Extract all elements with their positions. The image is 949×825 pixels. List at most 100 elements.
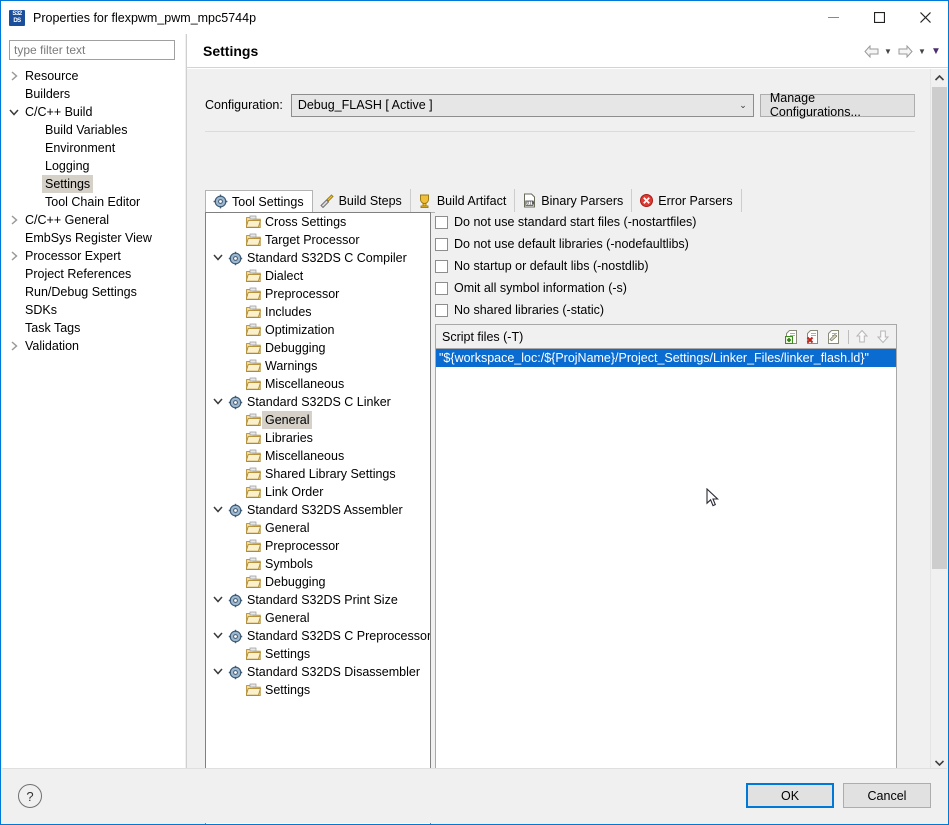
- tool-tree-item-symbols[interactable]: Symbols: [206, 555, 430, 573]
- tool-tree-item-miscellaneous[interactable]: Miscellaneous: [206, 447, 430, 465]
- tool-tree-item-shared-library-settings[interactable]: Shared Library Settings: [206, 465, 430, 483]
- move-up-icon[interactable]: [853, 328, 871, 346]
- tool-tree-item-standard-s32ds-disassembler[interactable]: Standard S32DS Disassembler: [206, 663, 430, 681]
- tool-tree-item-standard-s32ds-c-compiler[interactable]: Standard S32DS C Compiler: [206, 249, 430, 267]
- sidebar-item-environment[interactable]: Environment: [2, 139, 185, 157]
- chevron-right-icon[interactable]: [6, 248, 22, 264]
- tool-tree-item-dialect[interactable]: Dialect: [206, 267, 430, 285]
- help-icon[interactable]: ?: [18, 784, 42, 808]
- scroll-up-icon[interactable]: [931, 69, 948, 86]
- tool-tree-item-warnings[interactable]: Warnings: [206, 357, 430, 375]
- chevron-right-icon[interactable]: [6, 68, 22, 84]
- settings-scrollbar[interactable]: [930, 69, 948, 771]
- sidebar-item-task-tags[interactable]: Task Tags: [2, 319, 185, 337]
- chevron-right-icon[interactable]: [6, 338, 22, 354]
- tool-tree-item-includes[interactable]: Includes: [206, 303, 430, 321]
- tab-build-steps[interactable]: Build Steps: [312, 189, 411, 212]
- checkbox[interactable]: [435, 237, 448, 251]
- sidebar-item-run-debug-settings[interactable]: Run/Debug Settings: [2, 283, 185, 301]
- linker-option-row[interactable]: No startup or default libs (-nostdlib): [435, 256, 915, 276]
- script-file-row[interactable]: "${workspace_loc:/${ProjName}/Project_Se…: [436, 349, 896, 367]
- chevron-down-icon[interactable]: [210, 663, 226, 681]
- tool-tree-item-standard-s32ds-c-linker[interactable]: Standard S32DS C Linker: [206, 393, 430, 411]
- tool-tree-item-debugging[interactable]: Debugging: [206, 573, 430, 591]
- sidebar-item-label: Project References: [25, 267, 132, 281]
- tool-tree-item-general[interactable]: General: [206, 519, 430, 537]
- checkbox[interactable]: [435, 259, 448, 273]
- view-menu-icon[interactable]: ▼: [930, 42, 942, 60]
- linker-option-row[interactable]: No shared libraries (-static): [435, 300, 915, 320]
- tool-tree-item-debugging[interactable]: Debugging: [206, 339, 430, 357]
- linker-option-row[interactable]: Do not use standard start files (-nostar…: [435, 212, 915, 232]
- scrollbar-thumb[interactable]: [932, 87, 947, 569]
- sidebar-item-logging[interactable]: Logging: [2, 157, 185, 175]
- tool-tree-item-settings[interactable]: Settings: [206, 681, 430, 699]
- tool-tree-item-cross-settings[interactable]: Cross Settings: [206, 213, 430, 231]
- tool-icon: [226, 665, 244, 680]
- checkbox[interactable]: [435, 303, 448, 317]
- checkbox[interactable]: [435, 215, 448, 229]
- tool-tree-item-general[interactable]: General: [206, 609, 430, 627]
- cancel-button[interactable]: Cancel: [843, 783, 931, 808]
- sidebar-item-resource[interactable]: Resource: [2, 67, 185, 85]
- back-arrow-icon[interactable]: [862, 42, 880, 60]
- chevron-right-icon[interactable]: [6, 212, 22, 228]
- tool-tree-item-general[interactable]: General: [206, 411, 430, 429]
- filter-input[interactable]: type filter text: [9, 40, 175, 60]
- sidebar-item-settings[interactable]: Settings: [2, 175, 185, 193]
- sidebar-item-embsys-register-view[interactable]: EmbSys Register View: [2, 229, 185, 247]
- configuration-select[interactable]: Debug_FLASH [ Active ] ⌄: [290, 93, 754, 117]
- back-history-chevron-down-icon[interactable]: ▼: [882, 42, 894, 60]
- linker-option-row[interactable]: Do not use default libraries (-nodefault…: [435, 234, 915, 254]
- tool-tree-item-target-processor[interactable]: Target Processor: [206, 231, 430, 249]
- tool-tree-item-link-order[interactable]: Link Order: [206, 483, 430, 501]
- sidebar-item-build-variables[interactable]: Build Variables: [2, 121, 185, 139]
- forward-history-chevron-down-icon[interactable]: ▼: [916, 42, 928, 60]
- chevron-down-icon[interactable]: [210, 393, 226, 411]
- forward-arrow-icon[interactable]: [896, 42, 914, 60]
- chevron-down-icon[interactable]: [210, 591, 226, 609]
- add-icon[interactable]: [784, 328, 802, 346]
- chevron-down-icon[interactable]: [6, 104, 22, 120]
- chevron-down-icon[interactable]: [210, 249, 226, 267]
- sidebar-item-project-references[interactable]: Project References: [2, 265, 185, 283]
- tab-build-artifact[interactable]: Build Artifact: [410, 189, 516, 212]
- s32ds-icon: S32 DS: [9, 9, 25, 26]
- checkbox[interactable]: [435, 281, 448, 295]
- script-files-list[interactable]: "${workspace_loc:/${ProjName}/Project_Se…: [436, 349, 896, 367]
- edit-icon[interactable]: [826, 328, 844, 346]
- tool-tree-item-standard-s32ds-print-size[interactable]: Standard S32DS Print Size: [206, 591, 430, 609]
- tool-tree-item-standard-s32ds-assembler[interactable]: Standard S32DS Assembler: [206, 501, 430, 519]
- tool-tree-item-preprocessor[interactable]: Preprocessor: [206, 285, 430, 303]
- sidebar-item-builders[interactable]: Builders: [2, 85, 185, 103]
- tool-tree-item-miscellaneous[interactable]: Miscellaneous: [206, 375, 430, 393]
- linker-option-row[interactable]: Omit all symbol information (-s): [435, 278, 915, 298]
- chevron-down-icon[interactable]: [210, 501, 226, 519]
- sidebar-item-sdks[interactable]: SDKs: [2, 301, 185, 319]
- manage-configurations-button[interactable]: Manage Configurations...: [759, 91, 915, 119]
- tool-tree-item-optimization[interactable]: Optimization: [206, 321, 430, 339]
- tool-tree-item-label: Standard S32DS C Preprocessor: [247, 629, 431, 643]
- sidebar-item-c-c-general[interactable]: C/C++ General: [2, 211, 185, 229]
- sidebar-item-tool-chain-editor[interactable]: Tool Chain Editor: [2, 193, 185, 211]
- ok-button[interactable]: OK: [746, 783, 834, 808]
- delete-icon[interactable]: [805, 328, 823, 346]
- sidebar-item-label: Task Tags: [25, 321, 81, 335]
- sidebar-item-c-c-build[interactable]: C/C++ Build: [2, 103, 185, 121]
- tab-error-parsers[interactable]: Error Parsers: [632, 189, 742, 212]
- chevron-down-icon[interactable]: [210, 627, 226, 645]
- move-down-icon[interactable]: [874, 328, 892, 346]
- close-icon[interactable]: [902, 1, 948, 34]
- minimize-icon[interactable]: [810, 1, 856, 34]
- tool-tree-item-libraries[interactable]: Libraries: [206, 429, 430, 447]
- tool-tree-item-standard-s32ds-c-preprocessor[interactable]: Standard S32DS C Preprocessor: [206, 627, 430, 645]
- tab-tool-settings[interactable]: Tool Settings: [205, 190, 313, 213]
- maximize-icon[interactable]: [856, 1, 902, 34]
- tool-tree-item-preprocessor[interactable]: Preprocessor: [206, 537, 430, 555]
- sidebar-item-processor-expert[interactable]: Processor Expert: [2, 247, 185, 265]
- tool-tree-item-settings[interactable]: Settings: [206, 645, 430, 663]
- sidebar-item-validation[interactable]: Validation: [2, 337, 185, 355]
- tab-strip: Tool Settings Build Steps Build Artifact 01…: [205, 189, 915, 213]
- tab-binary-parsers[interactable]: 010 Binary Parsers: [515, 189, 633, 212]
